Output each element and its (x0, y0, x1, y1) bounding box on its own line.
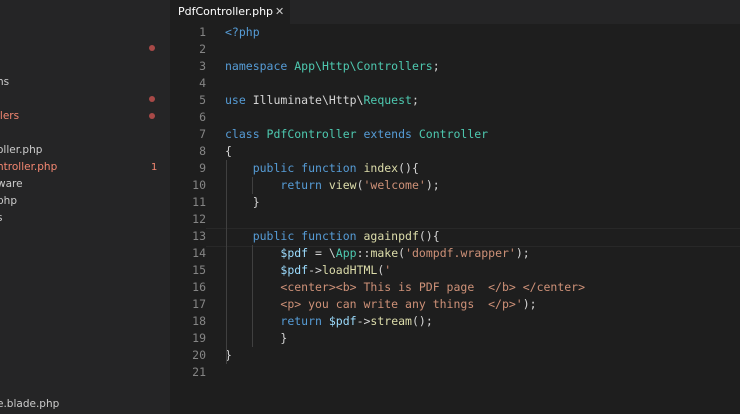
explorer-item[interactable] (0, 91, 170, 108)
code-line[interactable]: 19 } (170, 330, 740, 347)
code-line[interactable]: 14 $pdf = \App::make('dompdf.wrapper'); (170, 245, 740, 262)
line-number: 8 (199, 144, 206, 158)
code-line[interactable]: 5 use Illuminate\Http\Request; (170, 92, 740, 109)
explorer-item[interactable]: ns (0, 74, 170, 91)
explorer-item-label: oller.php (0, 144, 43, 156)
code-line[interactable]: 12 (170, 211, 740, 228)
code-line[interactable]: 10 return view('welcome'); (170, 177, 740, 194)
line-number: 2 (199, 42, 206, 56)
line-number: 4 (199, 76, 206, 90)
code-text: namespace App\Http\Controllers; (225, 59, 440, 73)
close-icon[interactable]: ✕ (275, 0, 284, 24)
problem-count-badge: 1 (151, 162, 158, 173)
indent-guide (252, 177, 253, 194)
line-number: 9 (199, 161, 206, 175)
code-line[interactable]: 21 (170, 364, 740, 381)
modified-dot-icon (149, 45, 155, 51)
line-number: 10 (192, 178, 206, 192)
code-line[interactable]: 18 return $pdf->stream(); (170, 313, 740, 330)
line-number: 16 (192, 280, 206, 294)
explorer-item[interactable]: llers (0, 108, 170, 125)
code-line[interactable]: 16 <center><b> This is PDF page </b> </c… (170, 279, 740, 296)
code-text: <p> you can write any things </p>'); (280, 297, 537, 311)
code-text: <center><b> This is PDF page </b> </cent… (280, 280, 586, 294)
line-number: 11 (192, 195, 206, 209)
line-number: 17 (192, 297, 206, 311)
explorer-item[interactable]: ntroller.php 1 (0, 159, 170, 176)
line-number: 18 (192, 314, 206, 328)
explorer-item-label: ns (0, 76, 10, 88)
code-line[interactable]: 13 public function againpdf(){ (170, 228, 740, 245)
code-line[interactable]: 2 (170, 41, 740, 58)
code-text: $pdf->loadHTML(' (280, 263, 392, 277)
code-text: <?php (225, 25, 260, 39)
code-line[interactable]: 4 (170, 75, 740, 92)
explorer-sidebar: ns llers oller.php ntroller.php 1 ware php s e.b… (0, 0, 170, 414)
tab-label: PdfController.php (178, 5, 274, 18)
code-text: return $pdf->stream(); (280, 314, 433, 328)
line-number: 13 (192, 229, 206, 243)
explorer-item[interactable]: ware (0, 176, 170, 193)
modified-dot-icon (149, 113, 155, 119)
explorer-item[interactable]: php (0, 193, 170, 210)
indent-guide (252, 245, 253, 347)
code-line[interactable]: 15 $pdf->loadHTML(' (170, 262, 740, 279)
explorer-item-label: e.blade.php (0, 398, 60, 410)
line-number: 15 (192, 263, 206, 277)
line-number: 7 (199, 127, 206, 141)
code-text: class PdfController extends Controller (225, 127, 489, 141)
code-line[interactable]: 8{ (170, 143, 740, 160)
line-number: 14 (192, 246, 206, 260)
line-number: 1 (199, 25, 206, 39)
explorer-item-label: llers (0, 110, 20, 122)
explorer-item-label: s (0, 210, 2, 227)
line-number: 20 (192, 348, 206, 362)
tab-bar: PdfController.php ✕ (170, 0, 740, 24)
code-text: $pdf = \App::make('dompdf.wrapper'); (280, 246, 530, 260)
explorer-item[interactable]: s (0, 210, 170, 227)
tab-pdfcontroller[interactable]: PdfController.php ✕ (170, 0, 290, 24)
line-number: 6 (199, 110, 206, 124)
code-text: public function againpdf(){ (252, 229, 440, 243)
code-line[interactable]: 11 } (170, 194, 740, 211)
code-line[interactable]: 17 <p> you can write any things </p>'); (170, 296, 740, 313)
line-number: 5 (199, 93, 206, 107)
modified-dot-icon (149, 96, 155, 102)
explorer-item[interactable]: e.blade.php (0, 396, 170, 413)
line-number: 12 (192, 212, 206, 226)
explorer-item[interactable] (0, 40, 170, 57)
code-line[interactable]: 6 (170, 109, 740, 126)
indent-guide (226, 160, 227, 364)
code-text: use Illuminate\Http\Request; (225, 93, 419, 107)
code-line[interactable]: 7 class PdfController extends Controller (170, 126, 740, 143)
explorer-item-label: php (0, 195, 17, 207)
code-line[interactable]: 1 <?php (170, 24, 740, 41)
line-number: 21 (192, 365, 206, 379)
line-number: 19 (192, 331, 206, 345)
code-editor[interactable]: 1 <?php 2 3 namespace App\Http\Controllers; 4… (170, 24, 740, 414)
line-number: 3 (199, 59, 206, 73)
code-line[interactable]: 9 public function index(){ (170, 160, 740, 177)
code-line[interactable]: 3 namespace App\Http\Controllers; (170, 58, 740, 75)
explorer-item-label: ware (0, 178, 23, 190)
code-text: } (225, 195, 260, 209)
code-text: } (225, 331, 288, 345)
code-text: public function index(){ (252, 161, 419, 175)
code-text: { (225, 144, 232, 158)
code-line[interactable]: 20} (170, 347, 740, 364)
explorer-item[interactable]: oller.php (0, 142, 170, 159)
explorer-item-label: ntroller.php (0, 161, 58, 173)
code-text: return view('welcome'); (280, 178, 440, 192)
